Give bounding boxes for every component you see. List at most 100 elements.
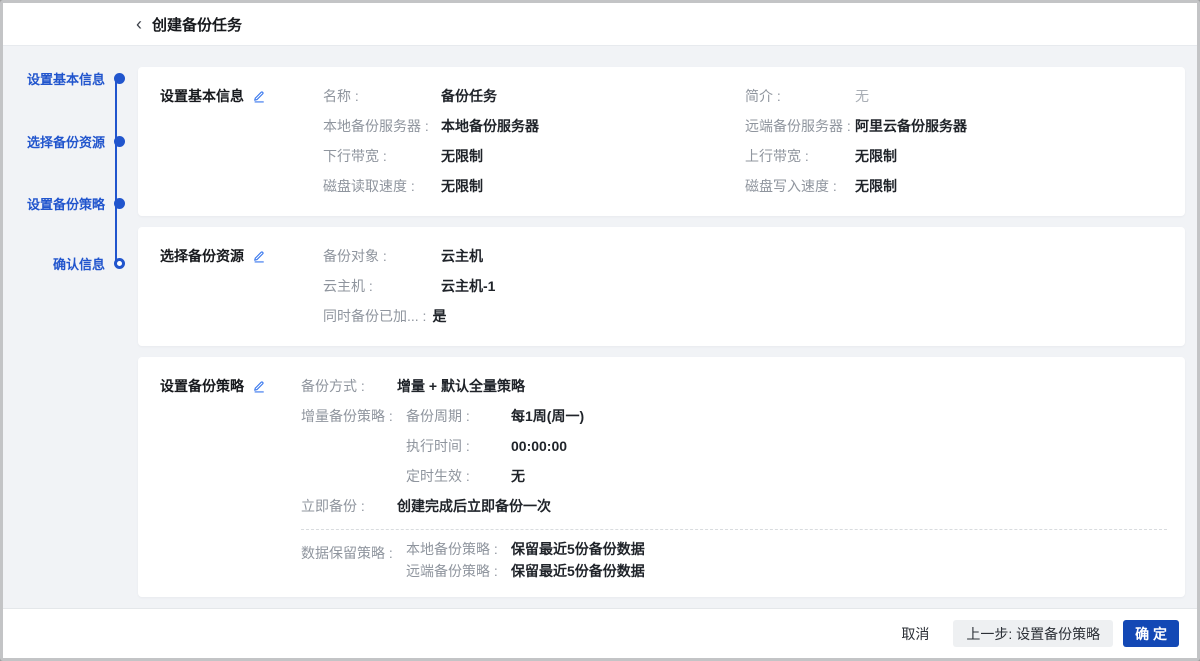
field-value: 是 [432, 301, 446, 331]
sidebar-step-backup-resource[interactable]: 选择备份资源 [27, 131, 125, 151]
sub-fields: 备份周期 :每1周(周一)执行时间 :00:00:00定时生效 :无 [406, 401, 1167, 491]
field-row: 同时备份已加... :是 [323, 301, 745, 331]
edit-pencil-icon [252, 379, 266, 394]
field-value: 无限制 [441, 141, 483, 171]
card-title: 设置基本信息 [160, 81, 244, 111]
field-value: 创建完成后立即备份一次 [397, 491, 551, 521]
confirm-button[interactable]: 确 定 [1123, 620, 1179, 647]
edit-backup-resource-button[interactable] [252, 241, 266, 271]
field-label: 磁盘读取速度 : [323, 171, 441, 201]
back-icon[interactable]: ‹ [136, 15, 142, 33]
field-group-row: 数据保留策略 :本地备份策略 :保留最近5份备份数据远端备份策略 :保留最近5份… [301, 538, 1167, 582]
card-fields: 备份方式 :增量 + 默认全量策略增量备份策略 :备份周期 :每1周(周一)执行… [301, 371, 1167, 582]
field-value: 云主机 [441, 241, 483, 271]
step-label: 设置备份策略 [27, 194, 105, 213]
step-dot-filled-icon [114, 73, 125, 84]
field-value: 保留最近5份备份数据 [511, 560, 645, 582]
sidebar-step-basic-info[interactable]: 设置基本信息 [27, 68, 125, 88]
field-row: 执行时间 :00:00:00 [406, 431, 1167, 461]
field-value: 每1周(周一) [511, 401, 584, 431]
field-value: 无限制 [855, 141, 897, 171]
step-label: 确认信息 [53, 254, 105, 273]
field-label: 执行时间 : [406, 431, 511, 461]
field-column: 备份对象 :云主机云主机 :云主机-1同时备份已加... :是 [323, 241, 745, 331]
field-value: 无限制 [441, 171, 483, 201]
field-group-row: 增量备份策略 :备份周期 :每1周(周一)执行时间 :00:00:00定时生效 … [301, 401, 1167, 491]
card-backup-resource: 选择备份资源备份对象 :云主机云主机 :云主机-1同时备份已加... :是 [138, 227, 1185, 346]
card-title: 设置备份策略 [160, 371, 244, 401]
footer-bar: 取消 上一步: 设置备份策略 确 定 [3, 608, 1197, 661]
step-dot-hollow-icon [114, 258, 125, 269]
card-title: 选择备份资源 [160, 241, 244, 271]
edit-backup-policy-button[interactable] [252, 371, 266, 401]
edit-basic-info-button[interactable] [252, 81, 266, 111]
field-label: 简介 : [745, 81, 855, 111]
card-heading-backup-policy: 设置备份策略 [160, 371, 301, 582]
field-group-label: 增量备份策略 : [301, 401, 406, 491]
edit-pencil-icon [252, 89, 266, 104]
step-dot-filled-icon [114, 198, 125, 209]
step-sidebar: 设置基本信息选择备份资源设置备份策略确认信息 [3, 46, 138, 608]
field-value: 本地备份服务器 [441, 111, 539, 141]
field-row: 磁盘写入速度 :无限制 [745, 171, 1167, 201]
card-fields: 备份对象 :云主机云主机 :云主机-1同时备份已加... :是 [323, 241, 1167, 331]
field-row: 磁盘读取速度 :无限制 [323, 171, 745, 201]
field-label: 磁盘写入速度 : [745, 171, 855, 201]
field-label: 同时备份已加... : [323, 301, 426, 331]
page-title: 创建备份任务 [152, 14, 242, 35]
field-label: 名称 : [323, 81, 441, 111]
field-row: 上行带宽 :无限制 [745, 141, 1167, 171]
field-value: 备份任务 [441, 81, 497, 111]
sub-fields: 本地备份策略 :保留最近5份备份数据远端备份策略 :保留最近5份备份数据 [406, 538, 1167, 582]
step-dot-filled-icon [114, 136, 125, 147]
field-row: 下行带宽 :无限制 [323, 141, 745, 171]
field-row: 立即备份 :创建完成后立即备份一次 [301, 491, 1167, 521]
field-label: 备份对象 : [323, 241, 441, 271]
field-label: 远端备份服务器 : [745, 111, 855, 141]
sidebar-step-confirm-info[interactable]: 确认信息 [53, 253, 125, 273]
previous-step-button[interactable]: 上一步: 设置备份策略 [953, 620, 1113, 647]
sidebar-step-backup-policy[interactable]: 设置备份策略 [27, 193, 125, 213]
field-value: 无 [511, 461, 525, 491]
edit-pencil-icon [252, 249, 266, 264]
field-label: 本地备份策略 : [406, 538, 511, 560]
field-label: 立即备份 : [301, 491, 397, 521]
field-label: 本地备份服务器 : [323, 111, 441, 141]
field-label: 备份周期 : [406, 401, 511, 431]
field-row: 名称 :备份任务 [323, 81, 745, 111]
field-row: 简介 :无 [745, 81, 1167, 111]
field-row: 定时生效 :无 [406, 461, 1167, 491]
field-value: 无 [855, 81, 869, 111]
page-header: ‹ 创建备份任务 [3, 3, 1197, 46]
card-backup-policy: 设置备份策略 备份方式 :增量 + 默认全量策略增量备份策略 :备份周期 :每1周… [138, 357, 1185, 597]
card-basic-info: 设置基本信息名称 :备份任务本地备份服务器 :本地备份服务器下行带宽 :无限制磁… [138, 67, 1185, 216]
card-fields: 名称 :备份任务本地备份服务器 :本地备份服务器下行带宽 :无限制磁盘读取速度 … [323, 81, 1167, 201]
field-value: 阿里云备份服务器 [855, 111, 967, 141]
field-row: 备份方式 :增量 + 默认全量策略 [301, 371, 1167, 401]
field-value: 无限制 [855, 171, 897, 201]
field-column: 名称 :备份任务本地备份服务器 :本地备份服务器下行带宽 :无限制磁盘读取速度 … [323, 81, 745, 201]
field-value: 00:00:00 [511, 431, 567, 461]
app-window: ‹ 创建备份任务 设置基本信息选择备份资源设置备份策略确认信息 设置基本信息名称… [0, 0, 1200, 661]
field-label: 下行带宽 : [323, 141, 441, 171]
field-row: 远端备份策略 :保留最近5份备份数据 [406, 560, 1167, 582]
field-row: 本地备份服务器 :本地备份服务器 [323, 111, 745, 141]
field-grid: 备份对象 :云主机云主机 :云主机-1同时备份已加... :是 [323, 241, 1167, 331]
field-column: 简介 :无远端备份服务器 :阿里云备份服务器上行带宽 :无限制磁盘写入速度 :无… [745, 81, 1167, 201]
field-grid: 名称 :备份任务本地备份服务器 :本地备份服务器下行带宽 :无限制磁盘读取速度 … [323, 81, 1167, 201]
cancel-button[interactable]: 取消 [901, 624, 929, 644]
field-label: 定时生效 : [406, 461, 511, 491]
field-group-label: 数据保留策略 : [301, 538, 406, 582]
field-value: 云主机-1 [441, 271, 495, 301]
step-label: 设置基本信息 [27, 69, 105, 88]
field-label: 远端备份策略 : [406, 560, 511, 582]
field-value: 增量 + 默认全量策略 [397, 371, 525, 401]
field-row: 远端备份服务器 :阿里云备份服务器 [745, 111, 1167, 141]
main-area: 设置基本信息选择备份资源设置备份策略确认信息 设置基本信息名称 :备份任务本地备… [3, 46, 1197, 608]
field-row: 备份周期 :每1周(周一) [406, 401, 1167, 431]
field-label: 备份方式 : [301, 371, 397, 401]
summary-content: 设置基本信息名称 :备份任务本地备份服务器 :本地备份服务器下行带宽 :无限制磁… [138, 46, 1197, 608]
field-row: 备份对象 :云主机 [323, 241, 745, 271]
card-heading-basic-info: 设置基本信息 [160, 81, 323, 201]
field-label: 上行带宽 : [745, 141, 855, 171]
